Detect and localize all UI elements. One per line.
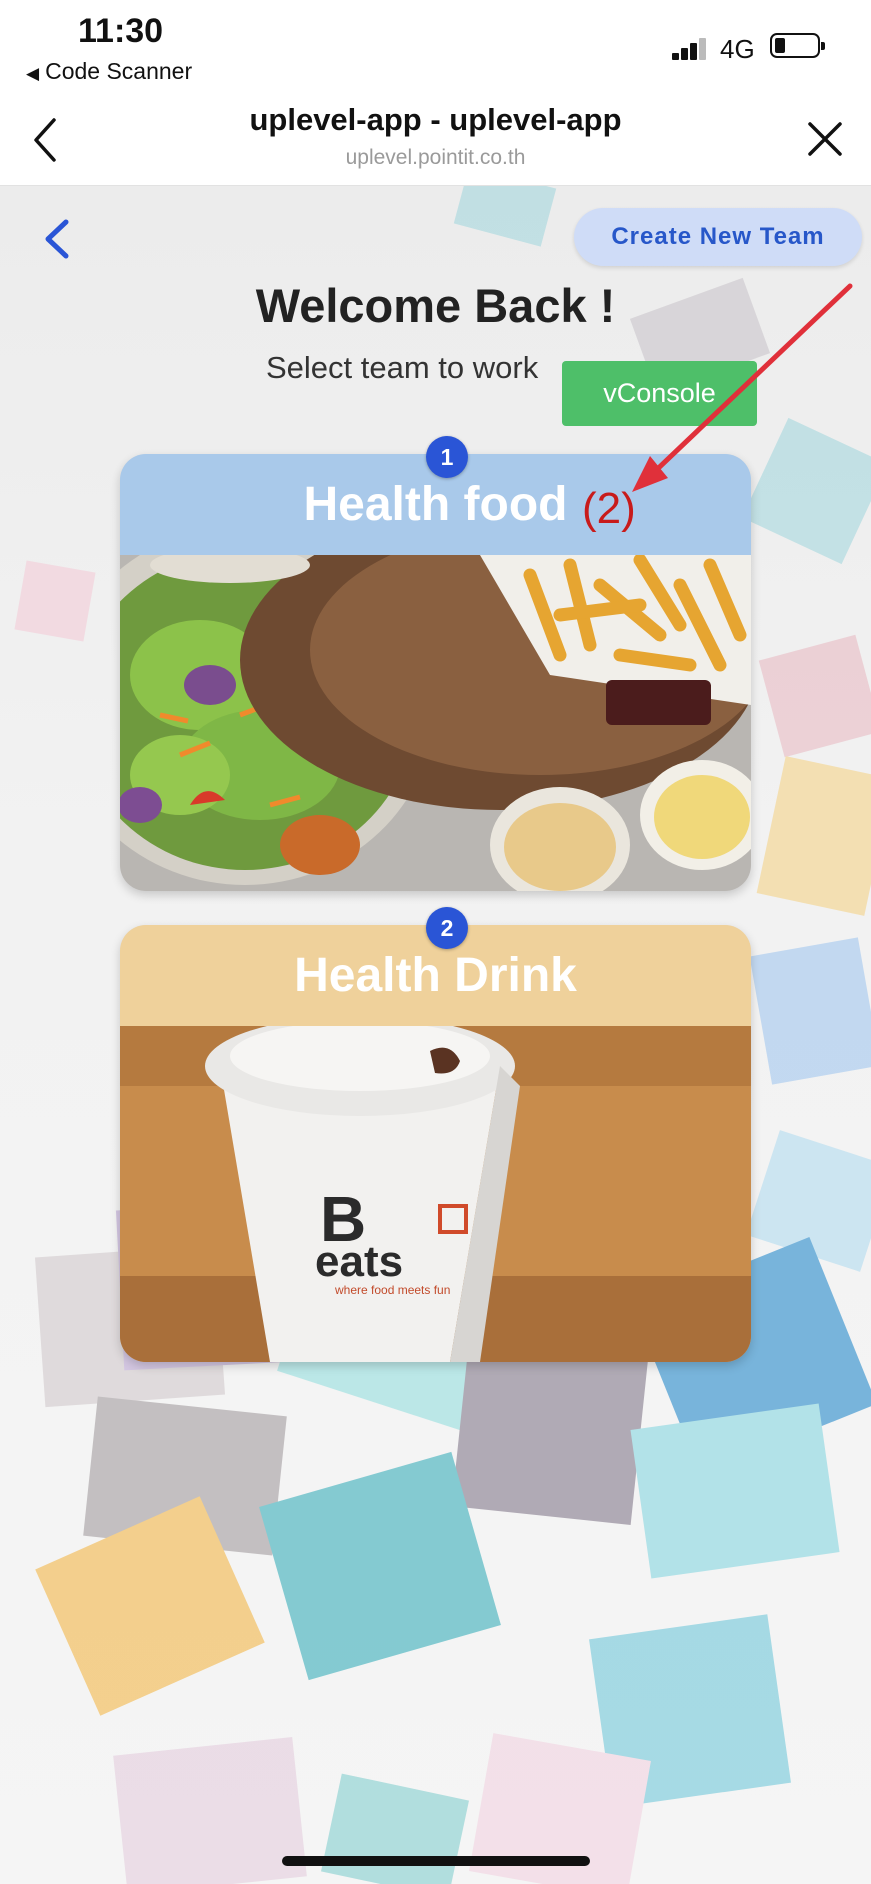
battery-icon xyxy=(770,33,825,58)
team-index-badge: 2 xyxy=(426,907,468,949)
annotation-label: (2) xyxy=(582,484,636,533)
team-name: Health food xyxy=(303,478,568,531)
team-index-badge: 1 xyxy=(426,436,468,478)
home-indicator[interactable] xyxy=(282,1856,590,1866)
webview-header: uplevel-app - uplevel-app uplevel.pointi… xyxy=(0,92,871,186)
create-new-team-button[interactable]: Create New Team xyxy=(574,208,862,266)
webview-title: uplevel-app - uplevel-app xyxy=(249,102,622,137)
status-time: 11:30 xyxy=(78,12,164,50)
back-chevron-icon[interactable] xyxy=(40,216,74,262)
back-to-app-link[interactable]: ◀ Code Scanner xyxy=(26,58,192,85)
svg-text:where food meets fun: where food meets fun xyxy=(334,1283,450,1297)
team-card-health-food[interactable]: Health food xyxy=(120,454,751,891)
webview-url: uplevel.pointit.co.th xyxy=(345,146,526,169)
team-card-health-drink[interactable]: Health Drink B eats where food meets fun xyxy=(120,925,751,1362)
team-name: Health Drink xyxy=(294,949,577,1002)
select-team-subtitle: Select team to work xyxy=(266,350,539,385)
vconsole-button[interactable]: vConsole xyxy=(562,361,757,426)
status-bar: 11:30 ◀ Code Scanner 4G xyxy=(0,0,871,92)
svg-text:eats: eats xyxy=(315,1237,403,1286)
team-select-page: Create New Team Welcome Back ! Select te… xyxy=(0,186,871,1884)
eats-coffee-cup-photo: B eats where food meets fun xyxy=(120,1026,751,1362)
back-triangle-icon: ◀ xyxy=(26,64,40,83)
cellular-signal-icon xyxy=(672,38,708,60)
close-icon[interactable] xyxy=(806,120,844,158)
network-type: 4G xyxy=(720,34,755,64)
back-app-label: Code Scanner xyxy=(45,58,193,84)
welcome-heading: Welcome Back ! xyxy=(255,279,616,332)
salad-and-fries-photo xyxy=(120,555,751,891)
